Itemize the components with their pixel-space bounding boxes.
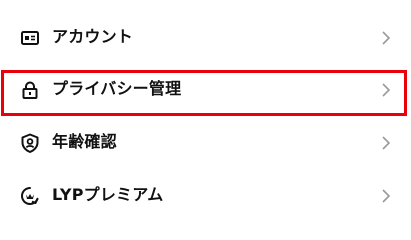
chevron-right-icon (381, 188, 391, 204)
shield-person-icon (19, 132, 41, 154)
settings-menu: アカウント プライバシー管理 年齢確認 LYPプレミアム (0, 0, 411, 235)
account-card-icon (19, 27, 41, 49)
chevron-right-icon (381, 135, 391, 151)
menu-item-label: プライバシー管理 (52, 79, 182, 98)
menu-item-label: LYPプレミアム (52, 185, 164, 204)
lock-icon (19, 79, 41, 101)
menu-item-label: アカウント (52, 27, 134, 46)
chevron-right-icon (381, 30, 391, 46)
menu-item-label: 年齢確認 (52, 132, 117, 151)
menu-item-account[interactable]: アカウント (0, 13, 411, 63)
menu-item-age-verification[interactable]: 年齢確認 (0, 118, 411, 168)
premium-badge-icon (19, 185, 41, 207)
chevron-right-icon (381, 82, 391, 98)
menu-item-privacy[interactable]: プライバシー管理 (0, 65, 411, 115)
menu-item-lyp-premium[interactable]: LYPプレミアム (0, 171, 411, 221)
